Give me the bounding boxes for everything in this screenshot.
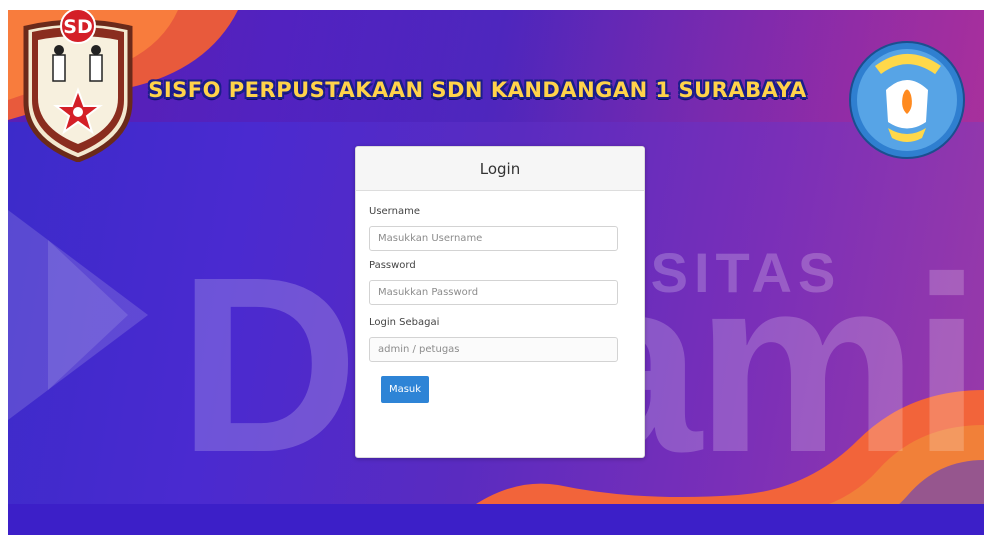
password-label: Password: [369, 260, 416, 271]
login-form: Username Password Login Sebagai Masuk: [356, 191, 644, 403]
role-input[interactable]: [369, 337, 618, 362]
school-emblem-icon: SD: [23, 10, 133, 162]
login-card-title: Login: [356, 147, 644, 191]
username-label: Username: [369, 206, 420, 217]
footer-bar: [8, 504, 984, 535]
page-title: SISFO PERPUSTAKAAN SDN KANDANGAN 1 SURAB…: [148, 78, 807, 102]
tut-wuri-handayani-icon: [849, 41, 965, 159]
masuk-button[interactable]: Masuk: [381, 376, 429, 403]
login-card: Login Username Password Login Sebagai Ma…: [355, 146, 645, 458]
watermark-diamond-icon: [8, 210, 148, 420]
password-input[interactable]: [369, 280, 618, 305]
role-label: Login Sebagai: [369, 317, 440, 328]
emblem-sd-text: SD: [63, 16, 92, 38]
username-input[interactable]: [369, 226, 618, 251]
